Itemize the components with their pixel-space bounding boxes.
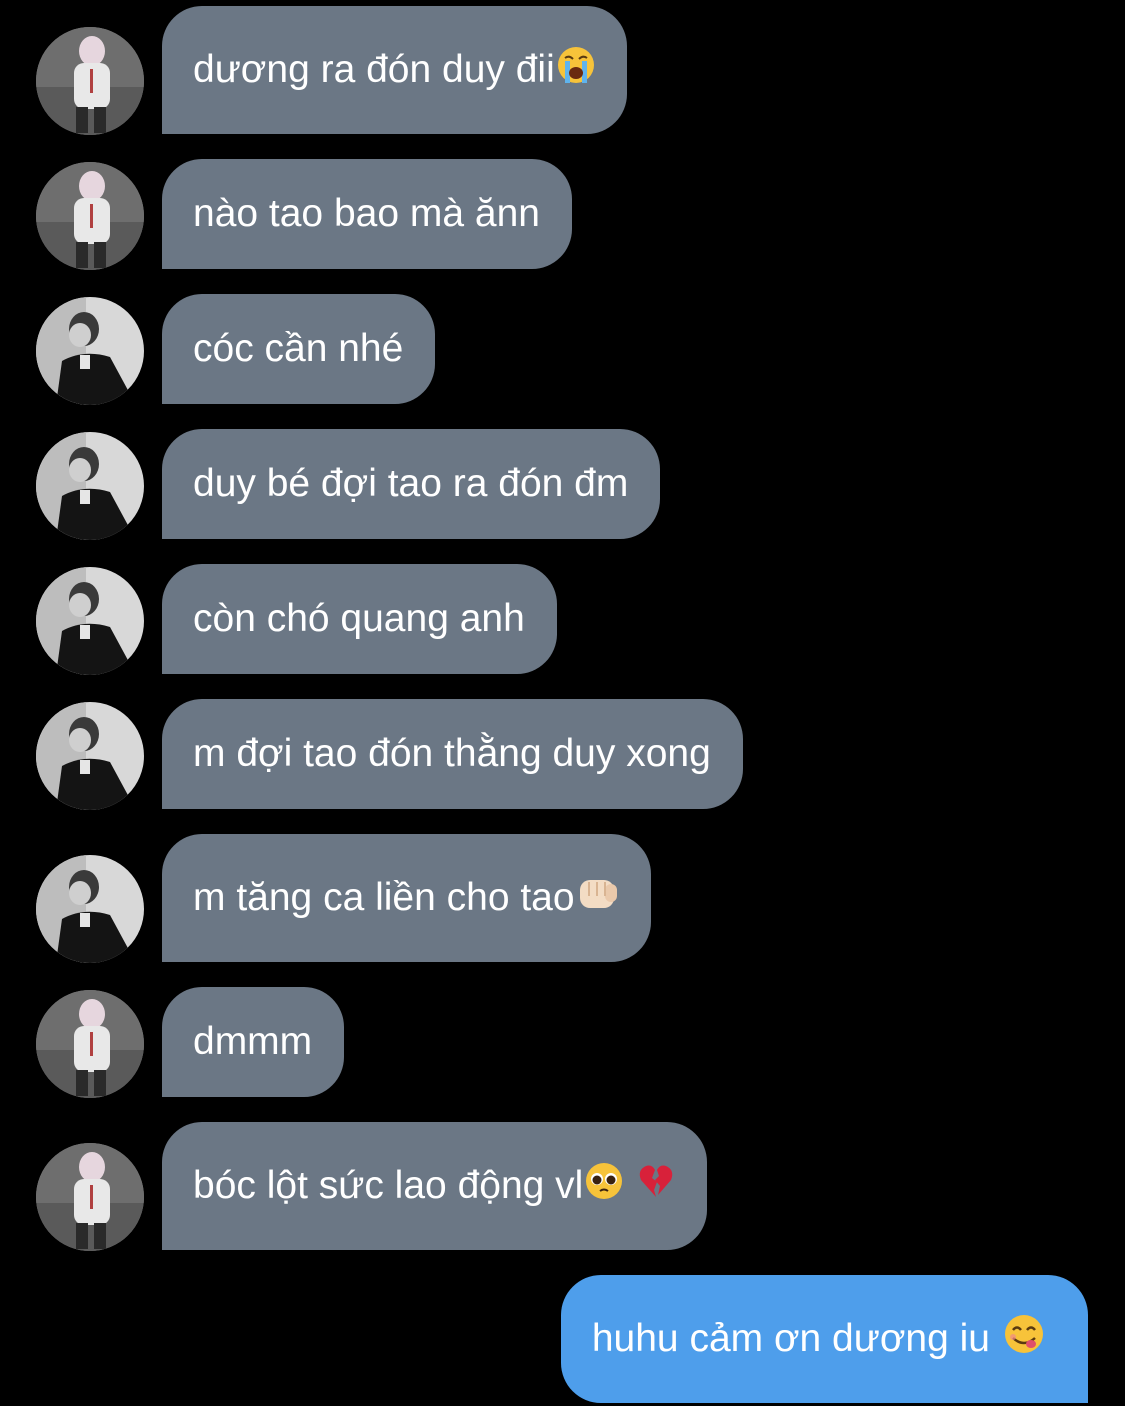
message-row: nào tao bao mà ănn [0,159,1125,270]
message-text: dương ra đón duy đii [193,48,555,91]
message-row: m tăng ca liền cho tao [0,834,1125,963]
message-bubble[interactable]: duy bé đợi tao ra đón đm [162,429,661,539]
message-bubble[interactable]: m đợi tao đón thằng duy xong [162,699,743,809]
message-row: duy bé đợi tao ra đón đm [0,429,1125,540]
message-row: m đợi tao đón thằng duy xong [0,699,1125,810]
broken-heart-emoji [637,1162,675,1211]
avatar-photo-light [36,162,144,270]
message-text: m đợi tao đón thằng duy xong [193,732,711,775]
avatar[interactable] [36,567,144,675]
avatar-photo-dark [36,567,144,675]
avatar-photo-dark [36,855,144,963]
avatar[interactable] [36,855,144,963]
message-text: duy bé đợi tao ra đón đm [193,462,629,505]
avatar[interactable] [36,1143,144,1251]
message-text: bóc lột sức lao động vl [193,1164,584,1207]
avatar-photo-light [36,27,144,135]
message-text: còn chó quang anh [193,597,525,640]
sent-message-bubble[interactable]: huhu cảm ơn dương iu [560,1275,1088,1403]
message-bubble[interactable]: cóc cần nhé [162,294,436,404]
avatar[interactable] [36,27,144,135]
avatar[interactable] [36,432,144,540]
message-row: cóc cần nhé [0,294,1125,405]
avatar-photo-light [36,1143,144,1251]
avatar-photo-dark [36,432,144,540]
message-bubble[interactable]: còn chó quang anh [162,564,557,674]
avatar-photo-light [36,990,144,1098]
avatar[interactable] [36,702,144,810]
message-row: bóc lột sức lao động vl [0,1122,1125,1251]
avatar[interactable] [36,990,144,1098]
avatar-photo-dark [36,702,144,810]
avatar-photo-dark [36,297,144,405]
face-savoring-food-emoji [1004,1314,1044,1365]
message-text: cóc cần nhé [193,327,404,370]
oncoming-fist-emoji [577,874,619,923]
message-row: dương ra đón duy đii [0,6,1125,135]
message-bubble[interactable]: dương ra đón duy đii [162,6,627,134]
message-bubble[interactable]: bóc lột sức lao động vl [162,1122,708,1250]
message-row: dmmm [0,987,1125,1098]
avatar[interactable] [36,162,144,270]
loudly-crying-face-emoji [557,46,595,95]
message-text: dmmm [193,1020,313,1063]
pleading-face-emoji [585,1162,623,1211]
message-bubble[interactable]: nào tao bao mà ănn [162,159,572,269]
message-bubble[interactable]: m tăng ca liền cho tao [162,834,651,962]
message-bubble[interactable]: dmmm [162,987,345,1097]
message-text: nào tao bao mà ănn [193,192,540,235]
message-text: m tăng ca liền cho tao [193,876,575,919]
sent-message-text: huhu cảm ơn dương iu [591,1317,990,1360]
message-row: còn chó quang anh [0,564,1125,675]
avatar[interactable] [36,297,144,405]
